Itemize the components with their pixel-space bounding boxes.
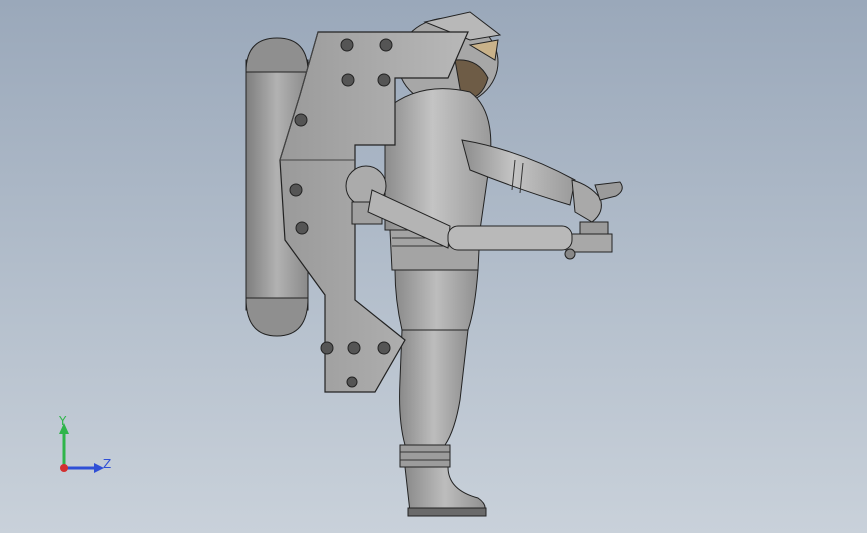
z-axis-label: Z [103,457,112,471]
y-axis-label: Y [59,414,67,428]
hand-controller [564,179,623,260]
suit-boot [404,466,487,517]
orientation-triad: Y Z [50,410,130,480]
cad-viewport[interactable]: Y Z [0,0,867,533]
suit-leg [394,269,479,468]
x-axis-origin [60,464,68,472]
astronaut-jetpack-model[interactable] [0,0,867,533]
